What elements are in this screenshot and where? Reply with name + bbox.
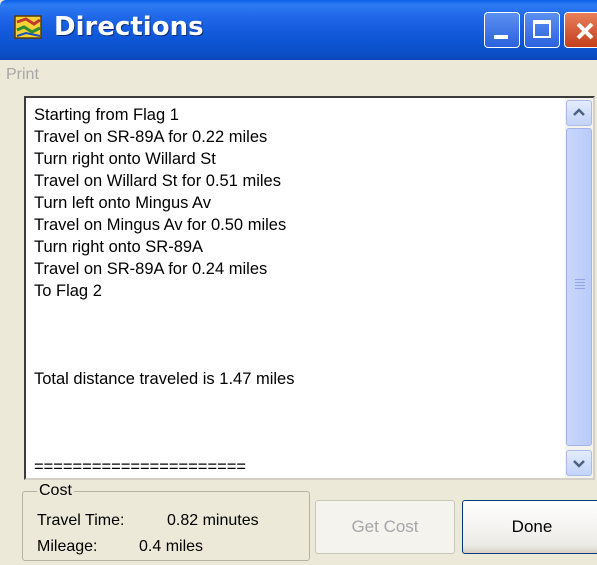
direction-line: Turn right onto SR-89A — [34, 238, 204, 256]
direction-line — [34, 346, 563, 368]
cost-group: Cost Travel Time: 0.82 minutes Mileage: … — [22, 482, 310, 561]
scroll-thumb[interactable] — [566, 128, 592, 446]
direction-line: Turn right onto Willard St — [34, 150, 216, 168]
maximize-icon — [533, 20, 551, 38]
travel-time-value: 0.82 minutes — [167, 512, 259, 529]
grip-icon — [575, 279, 585, 291]
direction-line — [34, 302, 563, 324]
direction-line: ====================== — [34, 458, 246, 476]
minimize-icon — [494, 35, 508, 39]
directions-textarea[interactable]: Starting from Flag 1 Travel on SR-89A for… — [24, 96, 595, 480]
direction-line: Travel on Mingus Av for 0.50 miles — [34, 216, 287, 234]
get-cost-button[interactable]: Get Cost — [315, 500, 455, 554]
direction-line: Travel on SR-89A for 0.22 miles — [34, 128, 268, 146]
title-bar[interactable]: Directions — [0, 0, 597, 60]
direction-line: Travel on SR-89A for 0.24 miles — [34, 260, 268, 278]
maximize-button[interactable] — [524, 12, 560, 48]
menu-print[interactable]: Print — [6, 66, 39, 84]
travel-time-row: Travel Time: 0.82 minutes — [37, 512, 259, 530]
direction-line: Travel on Willard St for 0.51 miles — [34, 172, 281, 190]
chevron-down-icon — [573, 460, 585, 468]
close-icon — [576, 22, 594, 40]
close-button[interactable] — [564, 12, 597, 48]
direction-line — [34, 390, 563, 412]
scroll-down-button[interactable] — [566, 450, 592, 476]
scroll-up-button[interactable] — [566, 100, 592, 126]
direction-line: To Flag 2 — [34, 282, 102, 300]
cost-legend: Cost — [37, 482, 74, 500]
direction-line: Turn left onto Mingus Av — [34, 194, 212, 212]
direction-line — [34, 434, 563, 456]
minimize-button[interactable] — [484, 12, 520, 48]
mileage-label: Mileage: — [37, 538, 98, 555]
vertical-scrollbar[interactable] — [565, 98, 593, 478]
direction-line: Starting from Flag 1 — [34, 106, 179, 124]
map-app-icon — [14, 15, 42, 39]
travel-time-label: Travel Time: — [37, 512, 125, 529]
directions-text: Starting from Flag 1 Travel on SR-89A for… — [34, 104, 563, 478]
direction-line — [34, 324, 563, 346]
chevron-up-icon — [573, 108, 585, 116]
menu-bar: Print — [0, 60, 597, 90]
mileage-value: 0.4 miles — [139, 538, 204, 555]
direction-line: Total distance traveled is 1.47 miles — [34, 370, 295, 388]
window-title: Directions — [54, 12, 204, 42]
done-button[interactable]: Done — [462, 500, 597, 554]
direction-line — [34, 412, 563, 434]
mileage-row: Mileage: 0.4 miles — [37, 538, 203, 556]
